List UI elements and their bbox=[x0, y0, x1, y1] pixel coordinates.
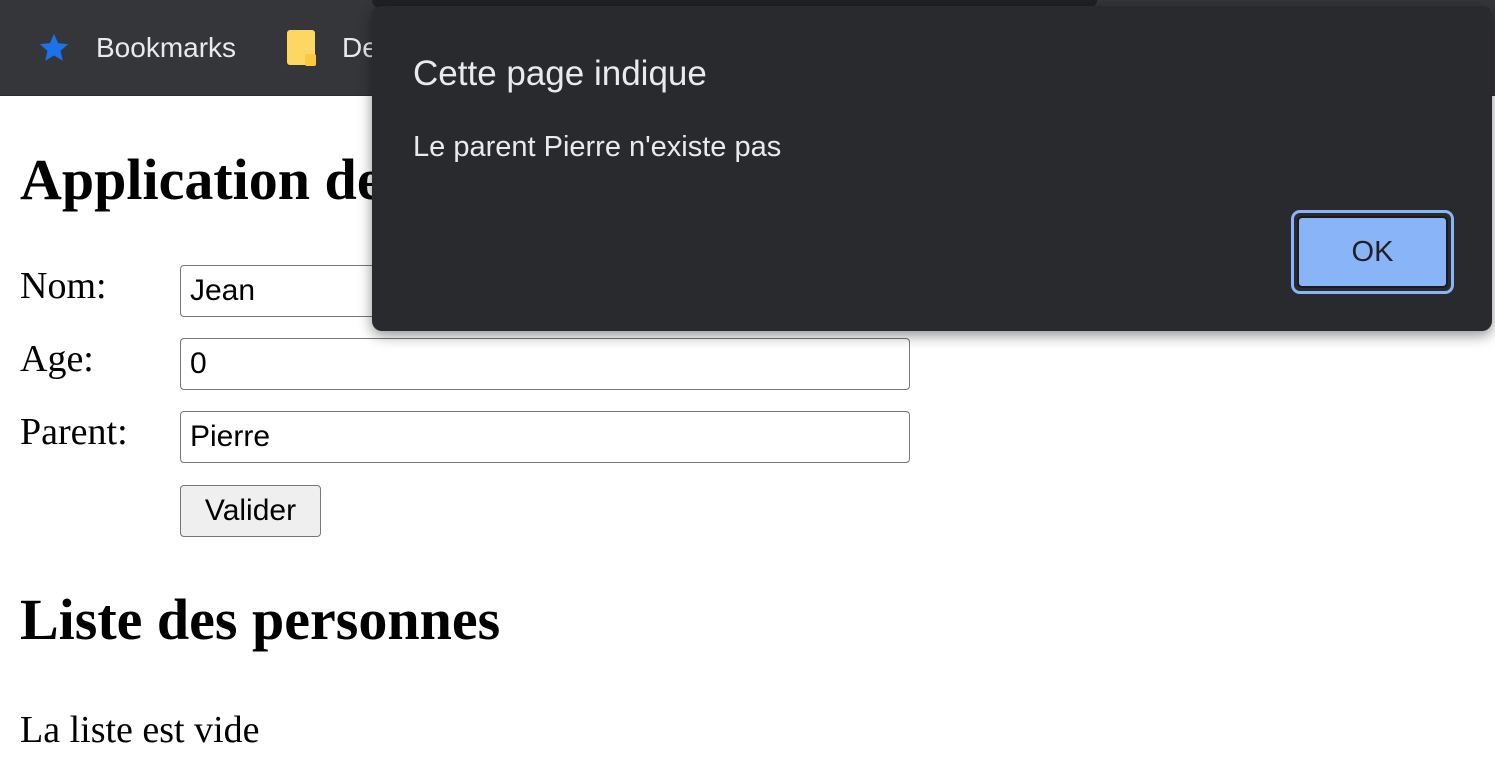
ok-button[interactable]: OK bbox=[1291, 210, 1454, 294]
bookmarks-button[interactable]: Bookmarks bbox=[36, 28, 236, 68]
bookmark-folder[interactable]: De bbox=[286, 28, 378, 68]
parent-input[interactable] bbox=[180, 411, 910, 463]
nom-label: Nom: bbox=[20, 265, 107, 307]
ok-button-label: OK bbox=[1297, 216, 1448, 288]
parent-label: Parent: bbox=[20, 411, 128, 453]
empty-list-message: La liste est vide bbox=[20, 709, 260, 751]
age-input[interactable] bbox=[180, 338, 910, 390]
dialog-message: Le parent Pierre n'existe pas bbox=[413, 131, 782, 163]
list-title: Liste des personnes bbox=[20, 587, 501, 652]
page-title: Application de bbox=[20, 147, 383, 212]
star-icon bbox=[36, 31, 72, 65]
folder-icon bbox=[286, 29, 318, 67]
bookmarks-label: Bookmarks bbox=[96, 32, 237, 63]
age-label: Age: bbox=[20, 338, 94, 380]
valider-button[interactable]: Valider bbox=[180, 485, 321, 537]
alert-dialog: Cette page indique Le parent Pierre n'ex… bbox=[372, 6, 1492, 331]
dialog-title: Cette page indique bbox=[413, 54, 707, 93]
